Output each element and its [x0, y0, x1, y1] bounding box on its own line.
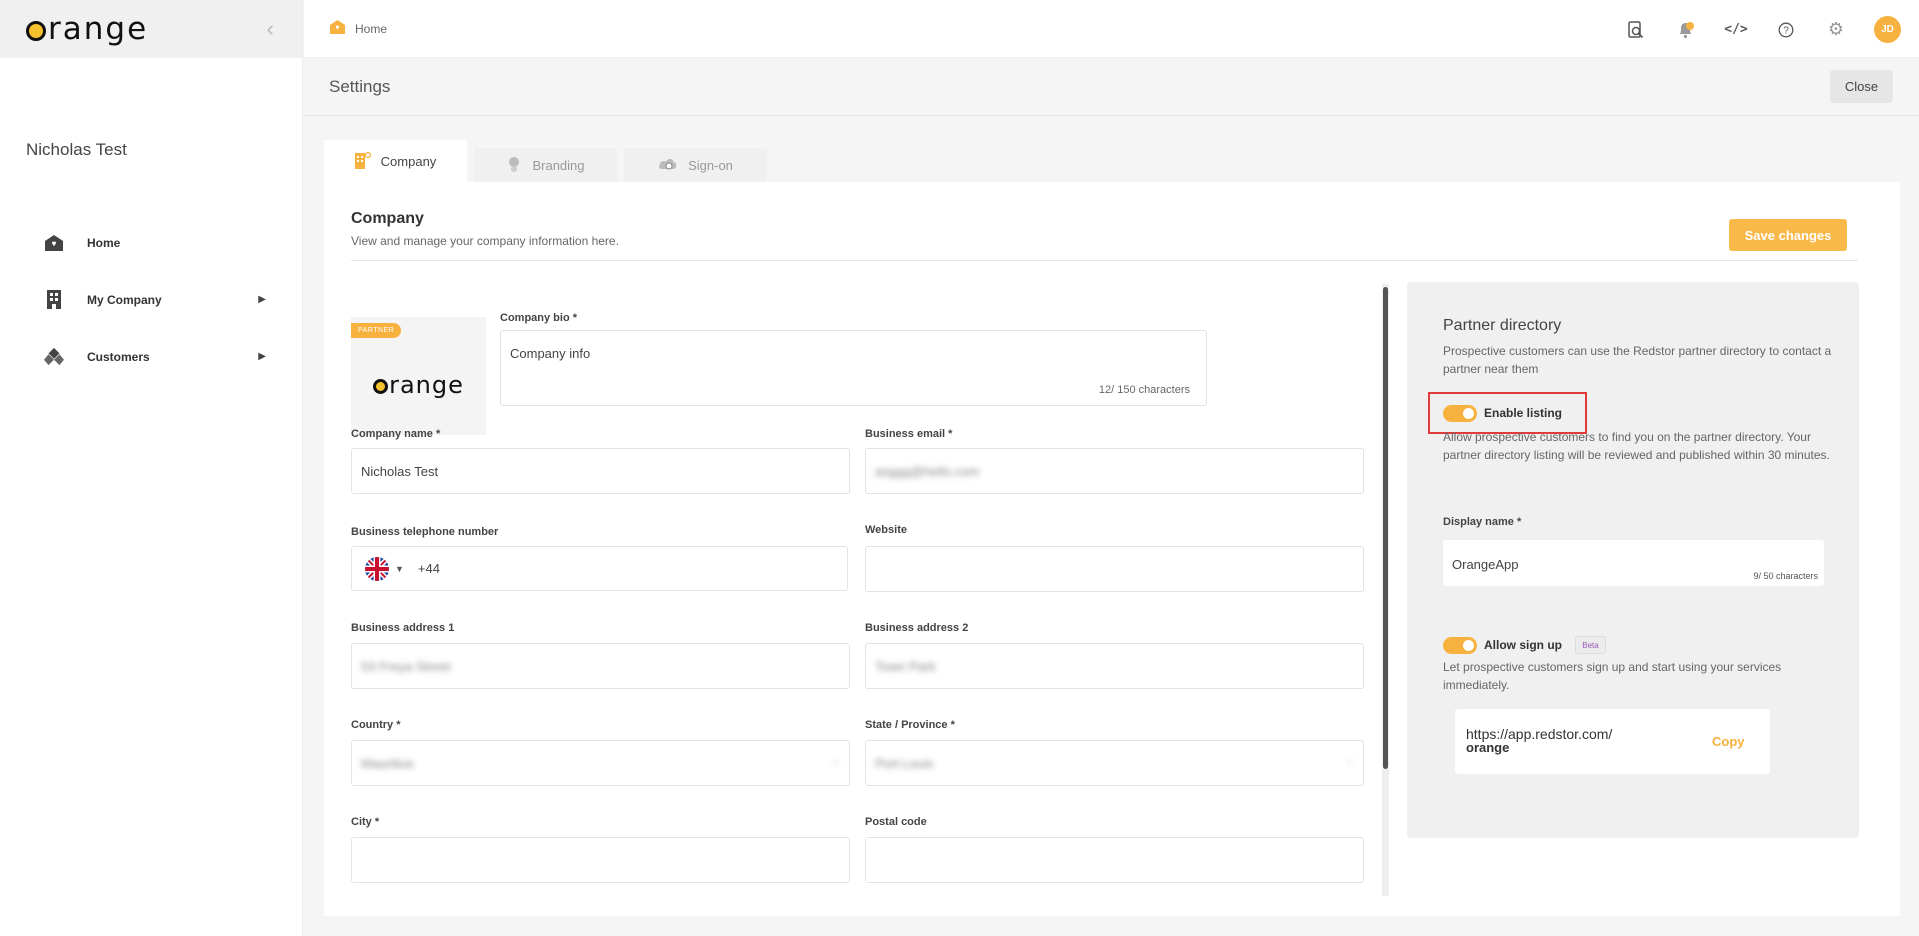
chevron-down-icon: ⌄ — [831, 755, 839, 765]
section-title: Company — [351, 210, 424, 227]
business-address-2-label: Business address 2 — [865, 622, 969, 634]
scrollbar-thumb[interactable] — [1383, 287, 1388, 769]
chevron-right-icon: ▶ — [258, 294, 266, 305]
partner-directory-title: Partner directory — [1443, 317, 1562, 334]
business-address-1-label: Business address 1 — [351, 622, 455, 634]
help-icon[interactable]: ? — [1774, 18, 1798, 42]
code-icon[interactable]: </> — [1724, 18, 1748, 42]
company-tab-icon — [354, 151, 371, 172]
partner-badge: PARTNER — [351, 323, 402, 338]
sidebar-user-name: Nicholas Test — [26, 140, 127, 159]
business-email-input[interactable]: asggg@hello.com — [865, 448, 1364, 494]
collapse-sidebar-button[interactable]: ‹ — [267, 16, 274, 42]
allow-sign-up-toggle[interactable] — [1443, 637, 1477, 654]
avatar[interactable]: JD — [1874, 16, 1901, 43]
copy-url-button[interactable]: Copy — [1712, 734, 1745, 749]
display-name-label: Display name * — [1443, 516, 1522, 528]
notification-bell-icon[interactable] — [1674, 18, 1698, 42]
sidebar-item-customers[interactable]: Customers ▶ — [0, 328, 302, 385]
business-address-2-input[interactable]: Town Park — [865, 643, 1364, 689]
postal-code-input[interactable] — [865, 837, 1364, 883]
company-logo: range — [373, 371, 464, 399]
city-label: City * — [351, 816, 380, 828]
logo-bar: range ‹ — [0, 0, 302, 58]
breadcrumb-home[interactable]: Home — [355, 22, 387, 36]
sign-up-url-box: https://app.redstor.com/ orange Copy — [1455, 709, 1770, 774]
sign-up-url: https://app.redstor.com/ orange — [1466, 726, 1613, 755]
allow-sign-up-description: Let prospective customers sign up and st… — [1443, 660, 1782, 692]
beta-badge: Beta — [1575, 636, 1606, 654]
sidebar-item-home[interactable]: Home — [0, 214, 302, 271]
sidebar-item-my-company[interactable]: My Company ▶ — [0, 271, 302, 328]
website-label: Website — [865, 524, 907, 536]
sidebar: range ‹ Nicholas Test Home My Company ▶ … — [0, 0, 303, 936]
state-label: State / Province * — [865, 719, 955, 731]
building-icon — [44, 290, 64, 310]
top-icons: </> ? ⚙ JD — [1624, 16, 1901, 43]
enable-listing-description: Allow prospective customers to find you … — [1443, 430, 1830, 462]
tab-company[interactable]: Company — [324, 140, 467, 182]
company-card: Company View and manage your company inf… — [324, 182, 1900, 916]
phone-country-code: +44 — [417, 561, 440, 576]
tab-label: Company — [380, 153, 437, 169]
home-icon — [44, 233, 64, 253]
branding-tab-icon — [506, 156, 522, 175]
chevron-right-icon: ▶ — [258, 351, 266, 362]
website-input[interactable] — [865, 546, 1364, 592]
customers-icon — [44, 347, 64, 367]
sidebar-item-label: Customers — [87, 349, 150, 364]
caret-down-icon[interactable]: ▼ — [395, 564, 404, 574]
business-email-label: Business email * — [865, 428, 953, 440]
logo-dot — [373, 379, 389, 394]
allow-sign-up-label: Allow sign up — [1484, 638, 1562, 652]
display-name-input[interactable]: OrangeApp 9/ 50 characters — [1443, 540, 1824, 586]
company-bio-textarea[interactable]: Company info 12/ 150 characters — [500, 330, 1207, 406]
tab-branding[interactable]: Branding — [474, 148, 617, 182]
sidebar-item-label: Home — [87, 235, 121, 250]
sidebar-nav: Home My Company ▶ Customers ▶ — [0, 214, 302, 385]
home-icon[interactable] — [330, 20, 345, 37]
breadcrumb: Home — [330, 20, 387, 37]
app-logo[interactable]: range — [26, 11, 148, 47]
partner-directory-panel: Partner directory Prospective customers … — [1407, 282, 1859, 838]
close-button[interactable]: Close — [1830, 70, 1893, 103]
partner-directory-subtitle: Prospective customers can use the Redsto… — [1443, 344, 1832, 376]
state-select[interactable]: Port Louis ⌄ — [865, 740, 1364, 786]
settings-header: Settings Close — [304, 58, 1919, 116]
logo-dot — [26, 21, 46, 41]
enable-listing-toggle[interactable] — [1443, 405, 1477, 422]
business-phone-label: Business telephone number — [351, 526, 499, 538]
page-title: Settings — [329, 77, 391, 96]
postal-code-label: Postal code — [865, 816, 927, 828]
sign-on-tab-icon — [658, 157, 678, 174]
business-phone-input[interactable]: ▼ +44 — [351, 546, 848, 591]
save-changes-button[interactable]: Save changes — [1729, 219, 1847, 251]
company-bio-label: Company bio * — [500, 312, 578, 324]
company-name-label: Company name * — [351, 428, 441, 440]
country-label: Country * — [351, 719, 401, 731]
company-name-input[interactable]: Nicholas Test — [351, 448, 850, 494]
bio-character-count: 12/ 150 characters — [1098, 384, 1190, 396]
top-bar: Home </> ? ⚙ JD — [304, 0, 1919, 58]
tab-sign-on[interactable]: Sign-on — [624, 148, 767, 182]
gear-icon[interactable]: ⚙ — [1824, 18, 1848, 42]
sidebar-item-label: My Company — [87, 292, 162, 307]
country-select[interactable]: Mauritius ⌄ — [351, 740, 850, 786]
svg-text:?: ? — [1783, 25, 1789, 36]
tab-label: Branding — [532, 157, 585, 173]
section-subtitle: View and manage your company information… — [351, 234, 619, 248]
settings-tabs: Company Branding Sign-on — [324, 140, 767, 182]
business-address-1-input[interactable]: 53 Freya Street — [351, 643, 850, 689]
company-form: PARTNER range Company bio * Company info… — [351, 282, 1387, 896]
company-logo-upload[interactable]: PARTNER range — [351, 317, 486, 435]
form-scrollbar[interactable] — [1382, 284, 1389, 896]
search-icon[interactable] — [1624, 18, 1648, 42]
city-input[interactable] — [351, 837, 850, 883]
enable-listing-label: Enable listing — [1484, 406, 1563, 420]
tab-label: Sign-on — [688, 157, 733, 173]
chevron-down-icon: ⌄ — [1345, 755, 1353, 765]
divider — [351, 260, 1858, 261]
display-name-character-count: 9/ 50 characters — [1753, 571, 1818, 581]
uk-flag-icon[interactable] — [365, 556, 389, 581]
